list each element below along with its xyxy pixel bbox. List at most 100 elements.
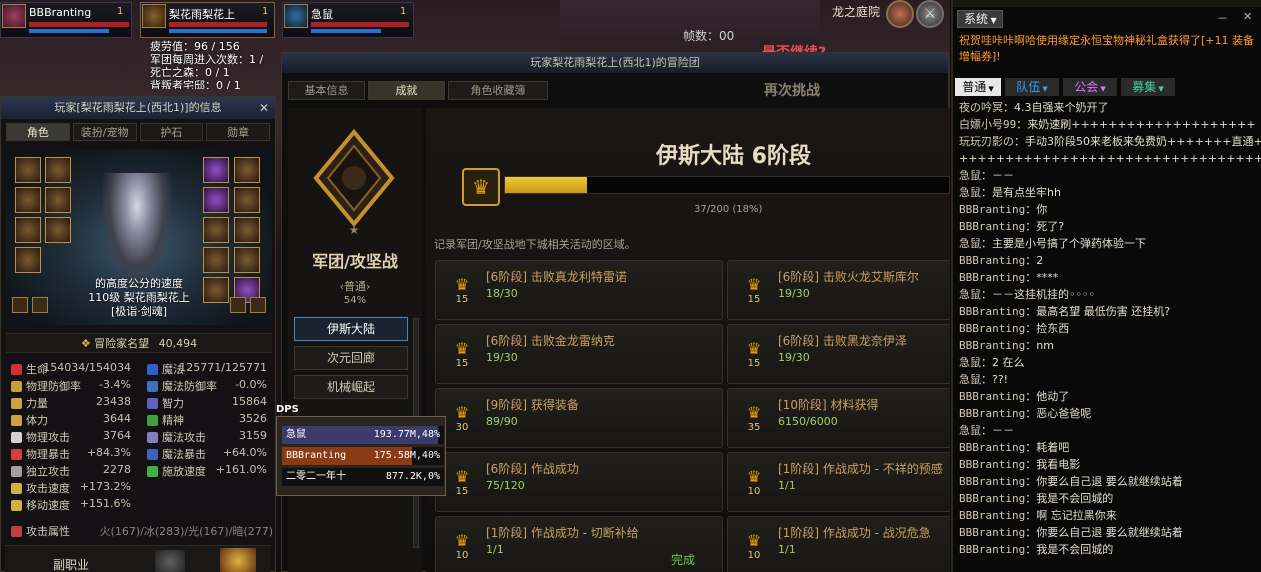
achievement-card[interactable]: ♛ 30 [9阶段] 获得装备 89/90 [435, 388, 723, 448]
chat-text: ：??! [981, 373, 1009, 386]
achievement-trophy: ♛ 15 [740, 275, 768, 311]
equip-slot[interactable] [234, 187, 260, 213]
achievement-card[interactable]: ♛ 15 [6阶段] 击败火龙艾斯库尔 19/30 [727, 260, 950, 320]
equip-slot[interactable] [234, 247, 260, 273]
category-iss[interactable]: 伊斯大陆 [294, 317, 408, 341]
equip-slot[interactable] [15, 217, 41, 243]
chat-tab-recruit[interactable]: 募集 ▼ [1121, 78, 1175, 96]
tab-character[interactable]: 角色 [6, 123, 70, 141]
achievement-name: [6阶段] 击败真龙利特雷诺 [486, 270, 627, 284]
trophy-icon: ♛ [454, 275, 470, 294]
chat-message: 急鼠：是有点坐牢hh [959, 185, 1061, 201]
wings-icon[interactable] [220, 548, 256, 572]
stat-label-text: 智力 [162, 397, 184, 410]
stat-icon [11, 364, 22, 375]
tab-medal[interactable]: 勋章 [206, 123, 270, 141]
achievement-progress: 1/1 [486, 543, 504, 556]
chat-sender: BBBranting [959, 475, 1026, 488]
achievement-card[interactable]: ♛ 15 [6阶段] 击败真龙利特雷诺 18/30 [435, 260, 723, 320]
equip-slot[interactable] [203, 187, 229, 213]
chat-sender: BBBranting [959, 271, 1026, 284]
avatar-right-icon[interactable] [250, 297, 266, 313]
sub-job-icon[interactable] [155, 550, 185, 572]
fatigue-line: 军团每周进入次数：1 / [150, 53, 264, 66]
stat-row: 智力 15864 [147, 395, 267, 412]
equip-slot[interactable] [203, 157, 229, 183]
achievement-card[interactable]: ♛ 15 [6阶段] 作战成功 75/120 [435, 452, 723, 512]
settings-icon[interactable]: ⚔ [916, 0, 944, 28]
achievement-card[interactable]: ♛ 15 [6阶段] 击败金龙雷纳克 19/30 [435, 324, 723, 384]
category-dimension[interactable]: 次元回廊 [294, 346, 408, 370]
close-icon[interactable]: ✕ [259, 97, 269, 119]
achievement-card[interactable]: ♛ 10 [1阶段] 作战成功 - 切断补给 1/1 完成 [435, 516, 723, 572]
dps-label: DPS [276, 404, 299, 415]
chat-tab-guild[interactable]: 公会 ▼ [1063, 78, 1117, 96]
dps-name: 二零二一年十 [286, 471, 346, 482]
chat-text: ：－－ [981, 424, 1014, 437]
avatar [2, 4, 26, 28]
chat-sender: 白嫖小号99 [959, 118, 1017, 131]
chat-text: ：是有点坐牢hh [981, 186, 1061, 199]
chat-message: 急鼠：－－ [959, 168, 1014, 184]
avatar-left-icon[interactable] [32, 297, 48, 313]
mp-bar [29, 29, 109, 33]
fame-icon: ❖ [80, 337, 95, 350]
equip-slot[interactable] [15, 247, 41, 273]
equip-slot[interactable] [45, 187, 71, 213]
stat-value: +64.0% [222, 446, 267, 459]
achievement-trophy: ♛ 15 [448, 275, 476, 311]
stat-row: 物理暴击 +84.3% [11, 446, 131, 463]
equip-slot[interactable] [15, 157, 41, 183]
equip-slot[interactable] [234, 157, 260, 183]
equip-slot[interactable] [45, 217, 71, 243]
achievement-name: [10阶段] 材料获得 [778, 398, 879, 412]
chat-message: BBBranting：恶心爸爸呢 [959, 406, 1091, 422]
chat-tab-party[interactable]: 队伍 ▼ [1005, 78, 1059, 96]
chat-sender: BBBranting [959, 203, 1026, 216]
equip-slot[interactable] [234, 217, 260, 243]
sub-job-row: 副职业 [5, 545, 271, 572]
chat-panel: 系统 ▼ － ✕ 祝贺哇咔咔啊哈使用缘定永恒宝物神秘礼盒获得了[+11 装备增幅… [951, 0, 1261, 572]
equip-slot[interactable] [203, 217, 229, 243]
tab-costume[interactable]: 装扮/宠物 [72, 123, 137, 141]
achievement-card[interactable]: ♛ 10 [1阶段] 作战成功 - 战况危急 1/1 [727, 516, 950, 572]
chat-system-tab[interactable]: 系统 ▼ [957, 10, 1003, 28]
achievement-level: 15 [747, 358, 761, 369]
category-machine[interactable]: 机械崛起 [294, 375, 408, 399]
avatar-left-icon[interactable] [12, 297, 28, 313]
chat-message: BBBranting：2 [959, 253, 1043, 269]
achievement-card[interactable]: ♛ 10 [1阶段] 作战成功 - 不祥的预感 1/1 [727, 452, 950, 512]
equip-slot[interactable] [45, 157, 71, 183]
party-member-2[interactable]: 梨花雨梨花上 1 [140, 2, 275, 38]
chat-close-icon[interactable]: ✕ [1243, 10, 1252, 23]
achievement-trophy: ♛ 10 [740, 467, 768, 503]
tab-basic-info[interactable]: 基本信息 [288, 81, 365, 100]
tab-achievement[interactable]: 成就 [368, 81, 445, 100]
chevron-down-icon: ▼ [1098, 85, 1106, 93]
achievement-card[interactable]: ♛ 15 [6阶段] 击败黑龙奈伊泽 19/30 [727, 324, 950, 384]
chat-sender: 夜の吟冥 [959, 101, 1003, 114]
hp-bar [169, 22, 267, 27]
chat-text: ：来奶速刷++++++++++++++++++++ [1016, 118, 1256, 131]
stat-icon [147, 381, 158, 392]
stat-value: 3644 [103, 412, 131, 425]
chat-text: ：我是不会回城的 [1025, 543, 1114, 556]
system-tab-label: 系统 [964, 12, 989, 26]
party-member-1[interactable]: BBBranting 1 [0, 2, 132, 38]
stage-progress-track [504, 176, 950, 194]
chat-tab-normal[interactable]: 普通 ▼ [955, 78, 1001, 96]
achievement-card[interactable]: ♛ 35 [10阶段] 材料获得 6150/6000 [727, 388, 950, 448]
chat-minimize-icon[interactable]: － [1217, 10, 1228, 26]
tab-collection[interactable]: 角色收藏簿 [448, 81, 548, 100]
tab-talisman[interactable]: 护石 [139, 123, 204, 141]
stat-icon [11, 415, 22, 426]
panel-title: 玩家梨花雨梨花上(西北1)的冒险团 [282, 53, 948, 73]
svg-text:★: ★ [349, 223, 360, 237]
achievement-progress: 6150/6000 [778, 415, 838, 428]
stat-icon [11, 432, 22, 443]
equip-slot[interactable] [15, 187, 41, 213]
equip-slot[interactable] [203, 247, 229, 273]
minimap-icon[interactable] [886, 0, 914, 28]
avatar-right-icon[interactable] [230, 297, 246, 313]
party-member-3[interactable]: 急鼠 1 [282, 2, 414, 38]
